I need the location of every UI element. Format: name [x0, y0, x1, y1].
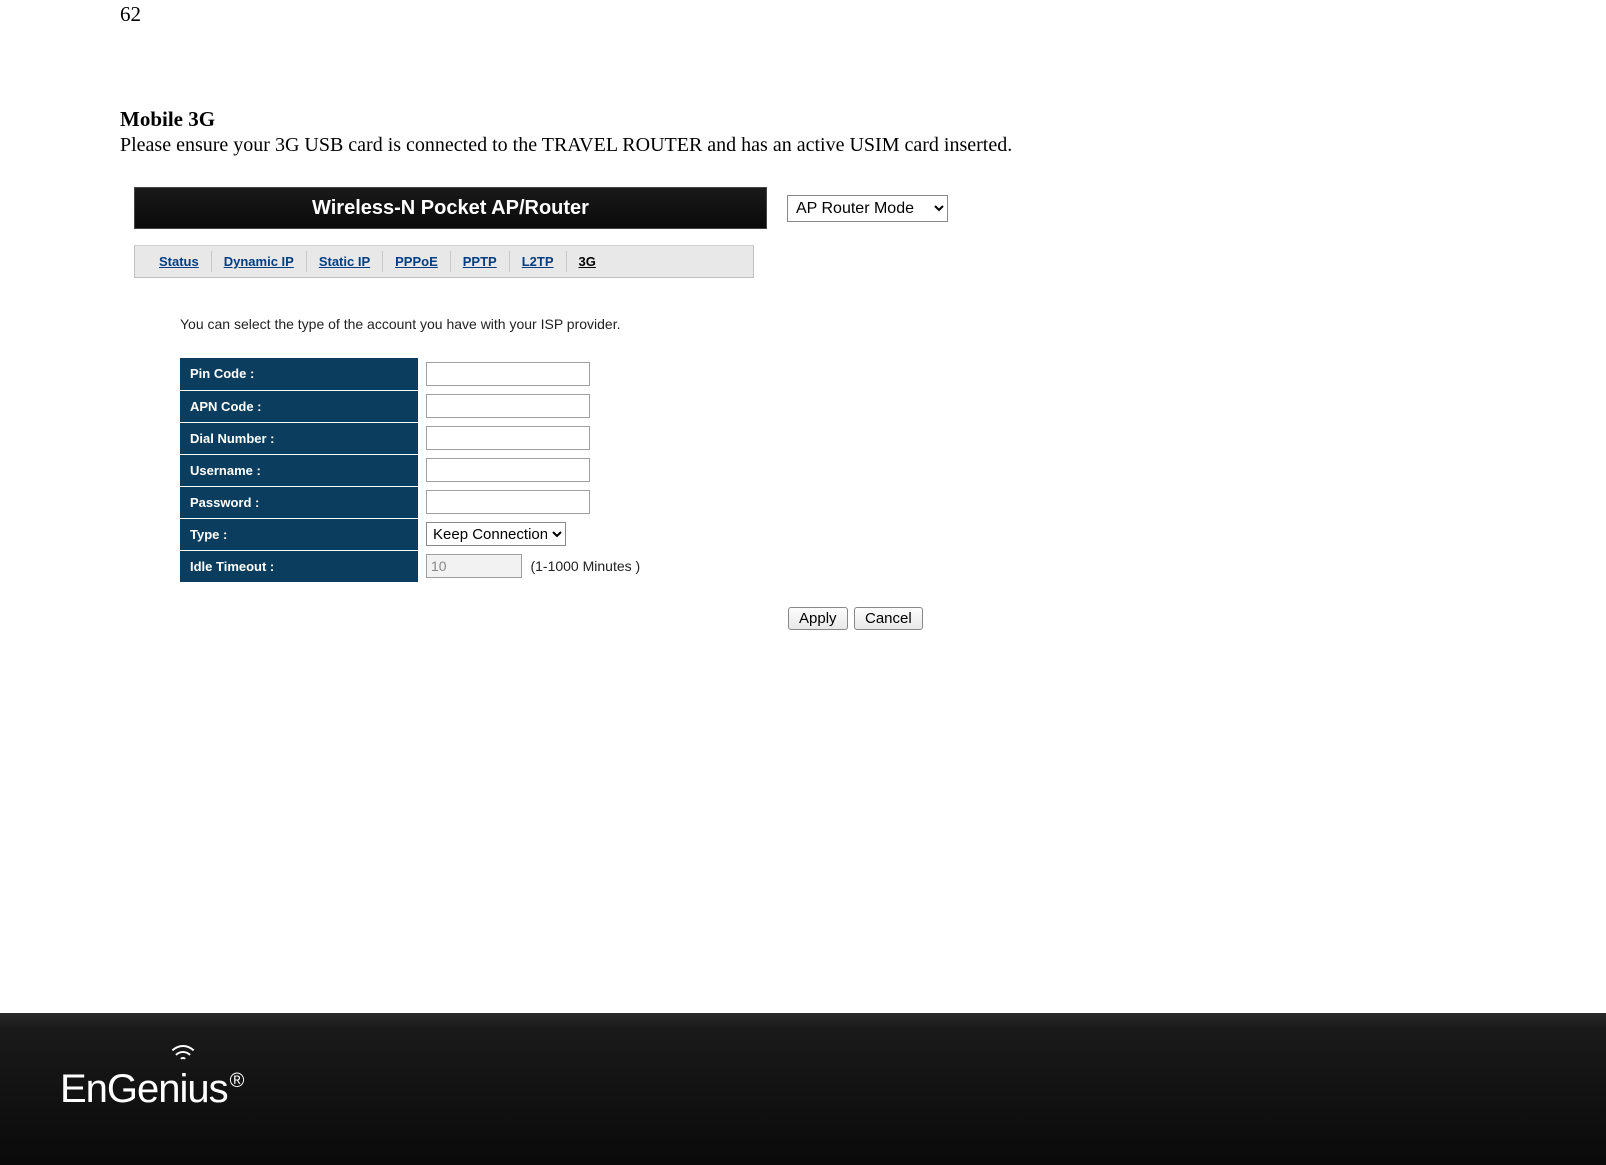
tab-pppoe[interactable]: PPPoE	[383, 251, 451, 272]
input-idle-timeout[interactable]	[426, 554, 522, 578]
button-row: Apply Cancel	[788, 607, 948, 630]
brand-text-suffix: us	[187, 1067, 227, 1111]
label-idle-timeout: Idle Timeout :	[180, 550, 418, 582]
form-content: You can select the type of the account y…	[134, 278, 948, 630]
idle-timeout-hint: (1-1000 Minutes )	[530, 558, 640, 574]
label-pin-code: Pin Code :	[180, 358, 418, 390]
section-title: Mobile 3G	[120, 107, 1486, 132]
section-description: Please ensure your 3G USB card is connec…	[120, 134, 1486, 157]
page-number: 62	[120, 2, 1486, 27]
settings-table: Pin Code : APN Code : Dial Number : User…	[180, 358, 648, 583]
tab-dynamic-ip[interactable]: Dynamic IP	[212, 251, 307, 272]
label-username: Username :	[180, 454, 418, 486]
brand-text-prefix: EnGen	[60, 1067, 180, 1111]
apply-button[interactable]: Apply	[788, 607, 848, 630]
tab-static-ip[interactable]: Static IP	[307, 251, 383, 272]
label-type: Type :	[180, 518, 418, 550]
input-dial-number[interactable]	[426, 426, 590, 450]
input-pin-code[interactable]	[426, 362, 590, 386]
tab-status[interactable]: Status	[147, 251, 212, 272]
label-password: Password :	[180, 486, 418, 518]
tab-3g[interactable]: 3G	[567, 251, 608, 272]
tab-pptp[interactable]: PPTP	[451, 251, 510, 272]
input-username[interactable]	[426, 458, 590, 482]
tab-bar: Status Dynamic IP Static IP PPPoE PPTP L…	[134, 245, 754, 278]
input-password[interactable]	[426, 490, 590, 514]
cancel-button[interactable]: Cancel	[854, 607, 923, 630]
footer: EnGenius®	[0, 1013, 1606, 1165]
label-apn-code: APN Code :	[180, 390, 418, 422]
instruction-text: You can select the type of the account y…	[180, 316, 948, 332]
header-bar: Wireless-N Pocket AP/Router AP Router Mo…	[134, 187, 948, 229]
label-dial-number: Dial Number :	[180, 422, 418, 454]
wifi-icon	[168, 1045, 198, 1065]
select-type[interactable]: Keep Connection	[426, 522, 566, 546]
banner-title: Wireless-N Pocket AP/Router	[134, 187, 767, 229]
brand-i-wifi: i	[180, 1067, 188, 1112]
input-apn-code[interactable]	[426, 394, 590, 418]
tab-l2tp[interactable]: L2TP	[510, 251, 567, 272]
brand-logo: EnGenius®	[60, 1067, 243, 1112]
router-config-panel: Wireless-N Pocket AP/Router AP Router Mo…	[134, 187, 948, 630]
mode-select[interactable]: AP Router Mode	[787, 195, 948, 222]
registered-mark: ®	[230, 1070, 244, 1092]
